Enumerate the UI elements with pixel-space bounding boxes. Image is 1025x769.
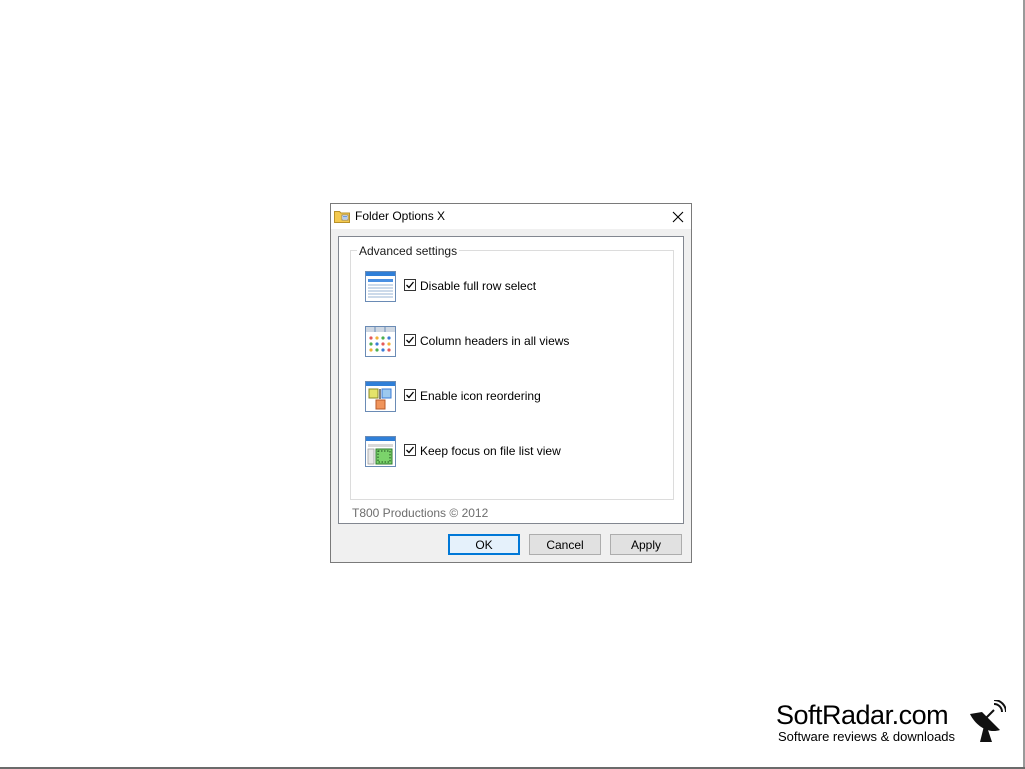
option-label[interactable]: Column headers in all views [420,334,569,348]
icon-reordering-icon [365,381,396,412]
checkmark-icon [406,281,415,289]
checkbox-column-headers[interactable] [404,334,416,346]
watermark-title: SoftRadar.com [776,700,949,730]
option-label[interactable]: Disable full row select [420,279,536,293]
checkbox-enable-icon-reordering[interactable] [404,389,416,401]
folder-options-app-icon [334,211,350,223]
close-button[interactable] [665,204,691,229]
option-label[interactable]: Enable icon reordering [420,389,541,403]
checkmark-icon [406,391,415,399]
checkbox-keep-focus-file-list[interactable] [404,444,416,456]
title-bar[interactable]: Folder Options X [331,204,691,229]
watermark-subtitle: Software reviews & downloads [778,729,956,744]
checkbox-disable-full-row-select[interactable] [404,279,416,291]
window-title: Folder Options X [355,209,446,223]
option-disable-full-row-select: Disable full row select [365,271,665,303]
apply-button[interactable]: Apply [610,534,682,555]
satellite-dish-icon [970,700,1006,742]
option-column-headers: Column headers in all views [365,326,665,358]
ok-button[interactable]: OK [448,534,520,555]
option-enable-icon-reordering: Enable icon reordering [365,381,665,413]
softradar-watermark: SoftRadar.com Software reviews & downloa… [776,700,1006,750]
checkmark-icon [406,336,415,344]
close-icon [672,211,684,222]
folder-options-dialog: Folder Options X Advanced settings Disab… [330,203,692,563]
column-headers-icon [365,326,396,357]
checkmark-icon [406,446,415,454]
full-row-select-icon [365,271,396,302]
option-label[interactable]: Keep focus on file list view [420,444,561,458]
focus-list-view-icon [365,436,396,467]
option-keep-focus-file-list: Keep focus on file list view [365,436,665,468]
copyright-text: T800 Productions © 2012 [352,506,489,520]
settings-panel: Advanced settings Disable full row selec… [338,236,684,524]
group-title: Advanced settings [357,244,460,258]
cancel-button[interactable]: Cancel [529,534,601,555]
